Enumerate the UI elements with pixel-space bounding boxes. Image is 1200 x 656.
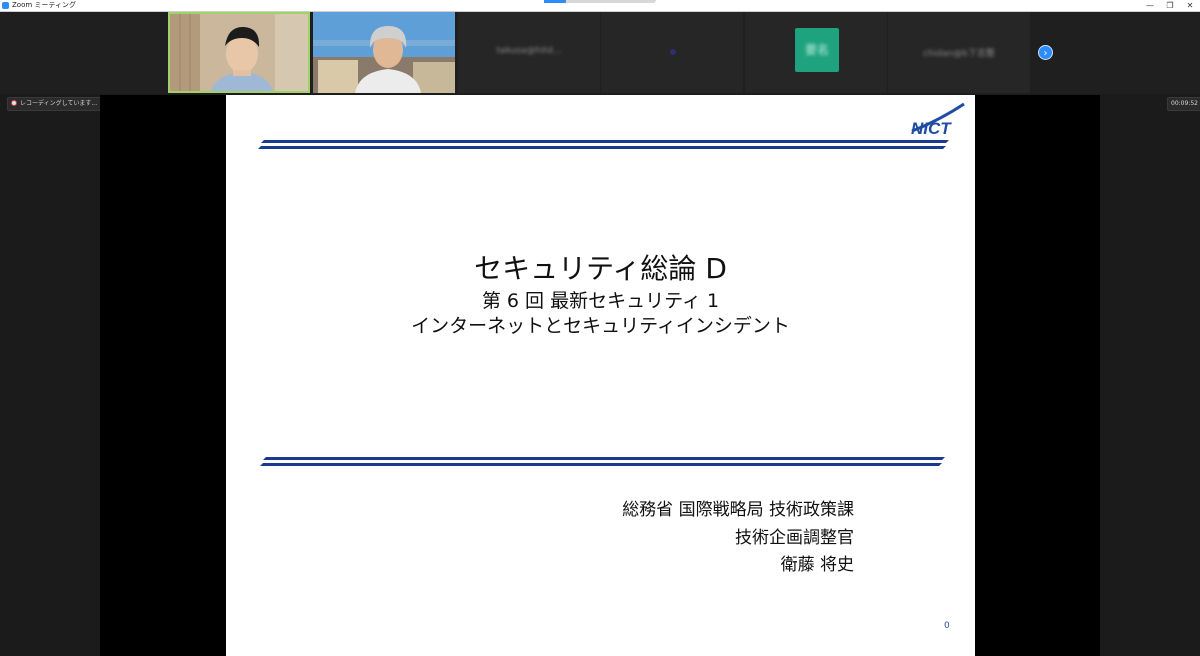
slide-page-number: 0 [944,621,950,631]
presentation-slide: NICT セキュリティ総論 D 第 6 回 最新セキュリティ 1 インターネット… [226,95,975,656]
participant-tile-3[interactable]: takusa@hitd... [458,12,600,93]
slide-stripes [258,140,949,466]
zoom-app-icon [2,2,9,9]
affiliation-department: 総務省 国際戦略局 技術政策課 [622,500,854,520]
top-stripe [258,140,949,149]
next-participants-button[interactable]: › [1038,45,1053,60]
participant-video-1-image [170,14,308,91]
meeting-info-indicator [544,0,566,3]
minimize-button[interactable]: — [1140,0,1160,11]
meeting-timer: 00:09:52 [1167,97,1200,111]
recording-indicator[interactable]: レコーディングしています... [7,97,104,111]
participant-tile-4[interactable] [601,12,743,93]
restore-button[interactable]: ❐ [1160,0,1180,11]
participant-strip: takusa@hitd... 要名 chidan@b下吉整 › [0,12,1200,94]
window-titlebar: Zoom ミーティング — ❐ ✕ [0,0,1200,12]
participant-tile-6[interactable]: chidan@b下吉整 [888,12,1030,93]
shared-screen: NICT セキュリティ総論 D 第 6 回 最新セキュリティ 1 インターネット… [100,95,1100,656]
bottom-stripe [260,457,945,466]
chevron-right-icon: › [1043,48,1048,59]
participant-3-name: takusa@hitd... [496,46,562,56]
participant-5-initials: 要名 [804,43,829,57]
presenter-name: 衛藤 将史 [780,555,854,575]
slide-subtitle-line2: インターネットとセキュリティインシデント [411,315,790,337]
close-button[interactable]: ✕ [1180,0,1200,11]
participant-6-name: chidan@b下吉整 [923,49,995,59]
participant-tile-5[interactable]: 要名 [745,12,887,93]
participant-5-avatar: 要名 [795,28,839,72]
window-title: Zoom ミーティング [12,1,76,9]
participant-video-2[interactable] [313,12,455,93]
recording-cloud-icon [11,99,17,106]
recording-label: レコーディングしています... [20,100,98,107]
participant-video-1[interactable] [168,12,310,93]
participant-video-2-image [313,12,455,93]
slide-subtitle-line1: 第 6 回 最新セキュリティ 1 [481,290,720,312]
slide-title: セキュリティ総論 D [474,252,727,285]
participant-4-indicator [670,49,676,55]
affiliation-title: 技術企画調整官 [735,528,854,548]
